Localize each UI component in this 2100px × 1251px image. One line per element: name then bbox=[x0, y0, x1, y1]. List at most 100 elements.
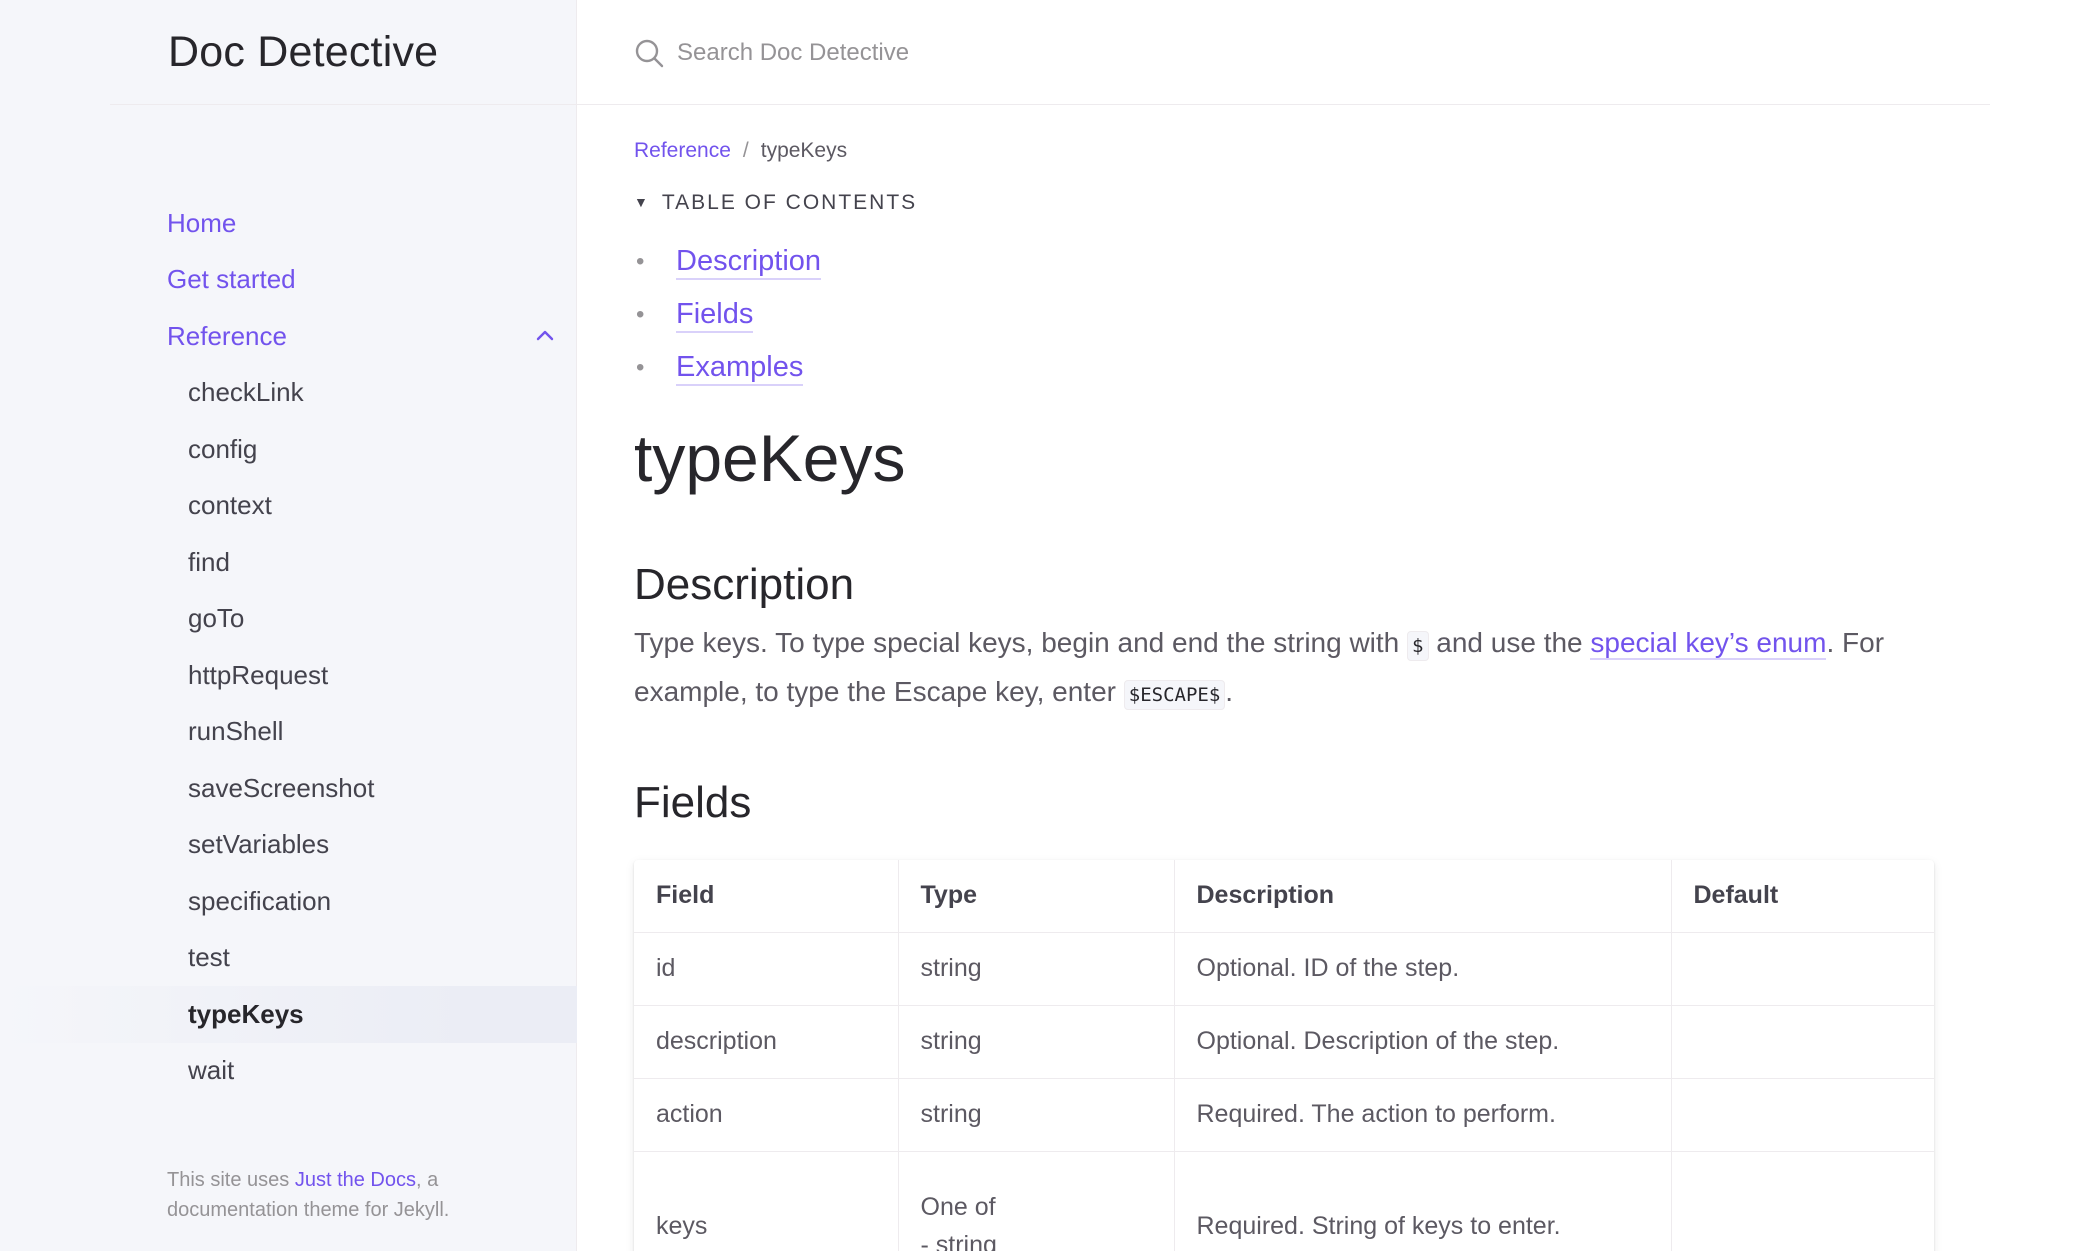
type-line: One of bbox=[920, 1193, 996, 1221]
bullet-icon: • bbox=[636, 300, 645, 328]
cell-type: string bbox=[898, 932, 1175, 1006]
sidebar-item-label: setVariables bbox=[188, 829, 330, 860]
fields-table-wrapper: Field Type Description Default id string… bbox=[634, 860, 1934, 1251]
sidebar-item-reference[interactable]: Reference bbox=[0, 308, 577, 365]
cell-description: Optional. ID of the step. bbox=[1174, 932, 1672, 1006]
sidebar-item-checklink[interactable]: checkLink bbox=[0, 365, 577, 422]
breadcrumb-link-reference[interactable]: Reference bbox=[634, 139, 731, 162]
cell-type: string bbox=[898, 1005, 1175, 1079]
sidebar-item-label: Get started bbox=[167, 264, 296, 295]
sidebar-item-goto[interactable]: goTo bbox=[0, 591, 577, 648]
sidebar-item-find[interactable]: find bbox=[0, 534, 577, 591]
breadcrumb-separator: / bbox=[742, 139, 749, 162]
cell-field: description bbox=[634, 1005, 899, 1079]
page-title: typeKeys bbox=[634, 421, 906, 495]
cell-field: id bbox=[634, 932, 899, 1006]
cell-default bbox=[1671, 1078, 1934, 1152]
table-row: action string Required. The action to pe… bbox=[634, 1078, 1934, 1152]
bullet-icon: • bbox=[636, 353, 645, 381]
sidebar-item-typekeys[interactable]: typeKeys bbox=[0, 986, 577, 1043]
sidebar-item-home[interactable]: Home bbox=[0, 195, 577, 252]
table-row: id string Optional. ID of the step. bbox=[634, 932, 1934, 1006]
toc-toggle[interactable]: ▼ TABLE OF CONTENTS bbox=[634, 191, 917, 215]
cell-type: One of - string bbox=[898, 1151, 1175, 1251]
desc-text-1: Type keys. To type special keys, begin a… bbox=[634, 627, 1408, 658]
toc-link-description[interactable]: Description bbox=[676, 244, 822, 280]
toc-item: • Description bbox=[634, 235, 822, 288]
type-line: - string bbox=[920, 1231, 997, 1251]
toc-item: • Examples bbox=[634, 341, 821, 394]
cell-default bbox=[1671, 1005, 1934, 1079]
chevron-up-icon[interactable] bbox=[533, 324, 557, 348]
sidebar-item-httprequest[interactable]: httpRequest bbox=[0, 647, 577, 704]
column-header-default: Default bbox=[1671, 860, 1934, 933]
inline-code-escape: $ESCAPE$ bbox=[1123, 680, 1226, 710]
cell-type: string bbox=[898, 1078, 1175, 1152]
toc-link-examples[interactable]: Examples bbox=[676, 350, 804, 386]
main-header bbox=[577, 0, 1990, 105]
fields-heading: Fields bbox=[634, 778, 752, 827]
sidebar-item-runshell[interactable]: runShell bbox=[0, 704, 577, 761]
inline-code-dollar: $ bbox=[1407, 631, 1429, 661]
cell-field: action bbox=[634, 1078, 899, 1152]
sidebar-item-label: config bbox=[188, 433, 258, 464]
search-icon bbox=[635, 39, 664, 68]
toc-summary-label: TABLE OF CONTENTS bbox=[661, 191, 918, 214]
breadcrumb-current: typeKeys bbox=[760, 139, 848, 162]
cell-description: Required. String of keys to enter. bbox=[1174, 1151, 1672, 1251]
sidebar-item-label: checkLink bbox=[188, 377, 304, 408]
sidebar-item-label: typeKeys bbox=[188, 998, 304, 1029]
sidebar-item-label: test bbox=[188, 942, 230, 973]
column-header-type: Type bbox=[898, 860, 1175, 933]
footer-prefix: This site uses bbox=[167, 1169, 295, 1191]
just-the-docs-link[interactable]: Just the Docs bbox=[295, 1169, 416, 1191]
description-paragraph: Type keys. To type special keys, begin a… bbox=[634, 620, 1934, 718]
sidebar-item-label: wait bbox=[188, 1055, 235, 1086]
cell-default bbox=[1671, 932, 1934, 1006]
sidebar-item-label: runShell bbox=[188, 716, 284, 747]
search-input[interactable] bbox=[677, 30, 1477, 76]
breadcrumb: Reference / typeKeys bbox=[634, 139, 847, 163]
sidebar-item-wait[interactable]: wait bbox=[0, 1043, 577, 1100]
sidebar-footer: This site uses Just the Docs, a document… bbox=[167, 1165, 527, 1225]
sidebar-item-label: Reference bbox=[167, 320, 287, 351]
sidebar: Doc Detective Home Get started Reference… bbox=[0, 0, 577, 1251]
cell-description: Required. The action to perform. bbox=[1174, 1078, 1672, 1152]
toc-link-fields[interactable]: Fields bbox=[676, 297, 754, 333]
sidebar-item-context[interactable]: context bbox=[0, 478, 577, 535]
site-title[interactable]: Doc Detective bbox=[168, 28, 438, 77]
sidebar-item-config[interactable]: config bbox=[0, 421, 577, 478]
sidebar-item-label: find bbox=[188, 546, 230, 577]
bullet-icon: • bbox=[636, 247, 645, 275]
sidebar-item-label: context bbox=[188, 490, 272, 521]
description-heading: Description bbox=[634, 560, 855, 609]
sidebar-item-get-started[interactable]: Get started bbox=[0, 252, 577, 309]
special-keys-enum-link[interactable]: special key’s enum bbox=[1590, 627, 1827, 660]
sidebar-item-label: goTo bbox=[188, 603, 245, 634]
sidebar-item-setvariables[interactable]: setVariables bbox=[0, 817, 577, 874]
cell-field: keys bbox=[634, 1151, 899, 1251]
desc-text-2: and use the bbox=[1428, 627, 1591, 658]
toc-list: • Description • Fields • Examples bbox=[634, 235, 822, 394]
sidebar-item-label: specification bbox=[188, 885, 332, 916]
cell-description: Optional. Description of the step. bbox=[1174, 1005, 1672, 1079]
fields-table: Field Type Description Default id string… bbox=[634, 860, 1934, 1251]
sidebar-item-label: Home bbox=[167, 207, 237, 238]
toc-item: • Fields bbox=[634, 288, 821, 341]
sidebar-item-test[interactable]: test bbox=[0, 930, 577, 987]
sidebar-item-specification[interactable]: specification bbox=[0, 873, 577, 930]
table-row: keys One of - string Required. String of… bbox=[634, 1151, 1934, 1251]
column-header-description: Description bbox=[1174, 860, 1672, 933]
site-header: Doc Detective bbox=[110, 0, 577, 105]
column-header-field: Field bbox=[634, 860, 899, 933]
cell-default bbox=[1671, 1151, 1934, 1251]
table-row: description string Optional. Description… bbox=[634, 1005, 1934, 1079]
sidebar-item-label: saveScreenshot bbox=[188, 772, 375, 803]
triangle-down-icon: ▼ bbox=[634, 194, 650, 210]
sidebar-item-savescreenshot[interactable]: saveScreenshot bbox=[0, 760, 577, 817]
page-root: Doc Detective Home Get started Reference… bbox=[0, 0, 2100, 1251]
table-header-row: Field Type Description Default bbox=[634, 860, 1934, 933]
sidebar-item-label: httpRequest bbox=[188, 659, 329, 690]
desc-text-4: . bbox=[1225, 676, 1234, 707]
sidebar-nav: Home Get started Reference checkLink con… bbox=[0, 195, 577, 1099]
